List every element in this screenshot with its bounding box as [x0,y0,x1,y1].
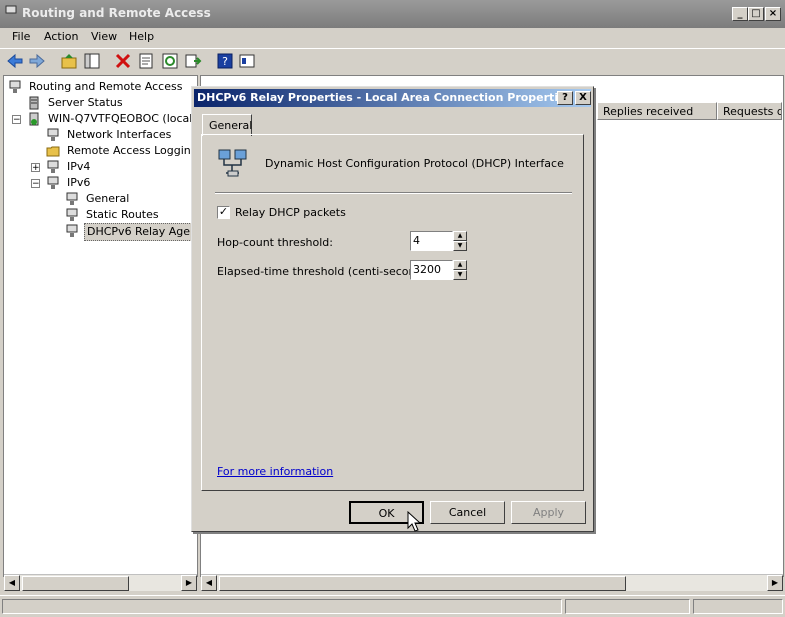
close-button[interactable]: × [765,7,781,21]
scroll-thumb[interactable] [22,576,129,591]
dhcpv6-relay-properties-dialog: DHCPv6 Relay Properties - Local Area Con… [191,86,594,532]
routing-server-icon [9,80,21,93]
help-icon[interactable]: ? [216,52,234,70]
interface-description: Dynamic Host Configuration Protocol (DHC… [265,157,564,170]
spin-up-icon[interactable]: ▲ [453,231,467,241]
refresh-icon[interactable] [161,52,179,70]
ipv6-icon [47,176,59,189]
svg-text:?: ? [222,55,228,68]
scroll-right-button[interactable]: ▶ [181,575,197,591]
general-tab-panel: Dynamic Host Configuration Protocol (DHC… [201,134,584,491]
routing-app-icon [5,5,17,18]
apply-button[interactable]: Apply [511,501,586,524]
minimize-button[interactable]: _ [732,7,748,21]
elapsed-time-spinner[interactable]: ▲ ▼ [453,260,467,280]
folder-icon [46,146,60,157]
scroll-left-button[interactable]: ◀ [201,575,217,591]
column-header-replies-received[interactable]: Replies received [597,102,717,120]
cancel-button[interactable]: Cancel [430,501,505,524]
details-horizontal-scrollbar[interactable]: ◀ ▶ [201,574,783,591]
window-title-bar[interactable]: Routing and Remote Access _ □ × [0,0,785,28]
server-green-icon [29,112,39,126]
hop-count-input[interactable]: 4 [410,231,453,251]
spin-down-icon[interactable]: ▼ [453,241,467,251]
dialog-title-bar[interactable]: DHCPv6 Relay Properties - Local Area Con… [194,89,591,107]
more-information-link[interactable]: For more information [217,465,333,478]
console-icon[interactable] [238,52,256,70]
dialog-title: DHCPv6 Relay Properties - Local Area Con… [197,91,573,104]
status-bar [0,595,785,617]
relay-dhcp-checkbox[interactable]: ✓ [217,206,230,219]
separator [215,192,572,194]
relay-dhcp-label: Relay DHCP packets [235,206,346,219]
elapsed-time-input[interactable]: 3200 [410,260,453,280]
show-hide-tree-icon[interactable] [83,52,101,70]
dhcpv6-relay-icon [66,224,78,237]
menu-file[interactable]: File [12,30,30,43]
column-header-requests-discarded[interactable]: Requests dis [717,102,782,120]
hop-count-spinner[interactable]: ▲ ▼ [453,231,467,251]
maximize-button[interactable]: □ [748,7,764,21]
scroll-thumb[interactable] [219,576,626,591]
server-status-icon [29,96,39,110]
menu-view[interactable]: View [91,30,117,43]
scroll-right-button[interactable]: ▶ [767,575,783,591]
spin-up-icon[interactable]: ▲ [453,260,467,270]
tree-horizontal-scrollbar[interactable]: ◀ ▶ [4,574,197,591]
properties-icon[interactable] [137,52,155,70]
menu-action[interactable]: Action [44,30,78,43]
ipv4-icon [47,160,59,173]
help-button[interactable]: ? [557,91,573,105]
collapse-toggle[interactable]: − [12,115,21,125]
menu-bar: File Action View Help [0,28,785,47]
window-title: Routing and Remote Access [22,6,211,20]
console-tree[interactable]: Routing and Remote Access Server Status … [3,75,210,591]
scroll-left-button[interactable]: ◀ [4,575,20,591]
forward-arrow-icon[interactable] [28,52,46,70]
status-cell [2,599,562,614]
check-mark-icon: ✓ [218,205,229,218]
hop-count-label: Hop-count threshold: [217,236,333,249]
status-cell [693,599,783,614]
up-folder-icon[interactable] [60,52,78,70]
dialog-close-button[interactable]: X [575,91,591,105]
network-interfaces-icon [47,128,59,141]
static-routes-icon [66,208,78,221]
expand-toggle[interactable]: + [31,163,40,173]
collapse-toggle[interactable]: − [31,179,40,189]
mouse-pointer-icon [407,511,421,532]
delete-icon[interactable] [114,52,132,70]
elapsed-time-label: Elapsed-time threshold (centi-seconds): [217,265,437,278]
general-icon [66,192,78,205]
back-arrow-icon[interactable] [6,52,24,70]
status-cell [565,599,690,614]
spin-down-icon[interactable]: ▼ [453,270,467,280]
tab-general[interactable]: General [202,114,252,136]
menu-help[interactable]: Help [129,30,154,43]
network-interface-icon [218,149,247,177]
export-list-icon[interactable] [184,52,202,70]
toolbar: ? [0,48,785,73]
